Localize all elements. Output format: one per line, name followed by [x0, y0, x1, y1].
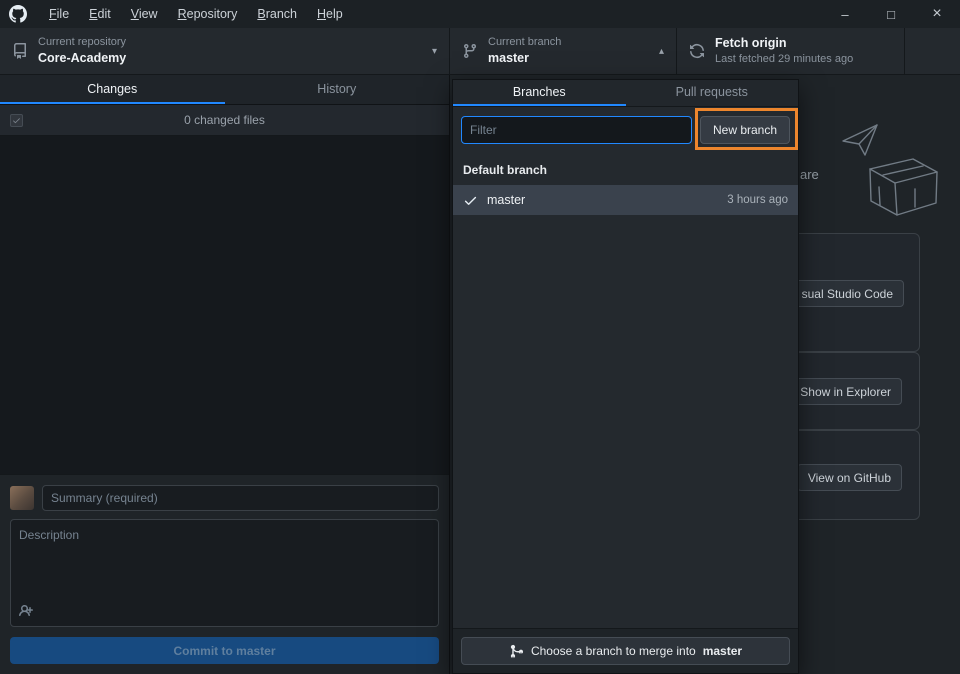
- branch-name: master: [487, 193, 525, 207]
- chevron-down-icon: ▾: [432, 46, 437, 57]
- github-logo-icon: [9, 5, 27, 23]
- menu-edit[interactable]: Edit: [79, 0, 121, 28]
- current-branch-name: master: [488, 50, 651, 67]
- changes-sidebar: Changes History 0 changed files Commit t…: [0, 75, 450, 674]
- branch-filter-input[interactable]: [461, 116, 692, 144]
- menu-file[interactable]: File: [39, 0, 79, 28]
- changed-files-count: 0 changed files: [184, 113, 265, 127]
- menu-branch[interactable]: Branch: [247, 0, 307, 28]
- view-on-github-button[interactable]: View on GitHub: [797, 464, 902, 491]
- branch-last-commit-time: 3 hours ago: [727, 194, 788, 206]
- fetch-origin-title: Fetch origin: [715, 35, 892, 52]
- add-coauthor-button[interactable]: [19, 602, 37, 620]
- tab-history[interactable]: History: [225, 75, 450, 104]
- branch-dropdown: Branches Pull requests New branch Defaul…: [452, 79, 799, 674]
- show-in-explorer-button[interactable]: Show in Explorer: [789, 378, 902, 405]
- tab-branches[interactable]: Branches: [453, 80, 626, 106]
- menu-repository[interactable]: Repository: [168, 0, 248, 28]
- current-repository-name: Core-Academy: [38, 50, 424, 67]
- check-icon: [12, 116, 21, 125]
- description-box: [10, 519, 439, 627]
- person-add-icon: [19, 603, 35, 619]
- close-icon[interactable]: ×: [914, 0, 960, 28]
- toolbar: Current repository Core-Academy ▾ Curren…: [0, 28, 960, 75]
- sidebar-tabbar: Changes History: [0, 75, 449, 105]
- tab-pull-requests[interactable]: Pull requests: [626, 80, 799, 106]
- menu-bar: File Edit View Repository Branch Help: [39, 0, 353, 28]
- changed-files-header: 0 changed files: [0, 105, 449, 136]
- current-branch-selector[interactable]: Current branch master ▴: [450, 28, 677, 74]
- fetch-origin-subtitle: Last fetched 29 minutes ago: [715, 52, 892, 67]
- fetch-origin-button[interactable]: Fetch origin Last fetched 29 minutes ago: [677, 28, 905, 74]
- current-repository-selector[interactable]: Current repository Core-Academy ▾: [0, 28, 450, 74]
- window-controls: – □ ×: [822, 0, 960, 28]
- no-changes-illustration: [835, 117, 945, 222]
- commit-button[interactable]: Commit to master: [10, 637, 439, 664]
- summary-input[interactable]: [42, 485, 439, 511]
- default-branch-header: Default branch: [453, 153, 798, 185]
- avatar: [10, 486, 34, 510]
- branch-dropdown-tabbar: Branches Pull requests: [453, 80, 798, 107]
- current-branch-label: Current branch: [488, 35, 651, 50]
- menu-help[interactable]: Help: [307, 0, 353, 28]
- new-branch-button[interactable]: New branch: [700, 116, 790, 144]
- titlebar: File Edit View Repository Branch Help – …: [0, 0, 960, 28]
- description-input[interactable]: [11, 520, 438, 598]
- branch-row-master[interactable]: master 3 hours ago: [453, 185, 798, 215]
- branch-dropdown-footer: Choose a branch to merge into master: [453, 628, 798, 673]
- hidden-text-fragment: are: [800, 167, 819, 182]
- sync-icon: [689, 43, 705, 59]
- current-repository-label: Current repository: [38, 35, 424, 50]
- check-icon: [463, 193, 478, 208]
- chevron-up-icon: ▴: [659, 46, 664, 57]
- open-in-editor-button[interactable]: sual Studio Code: [791, 280, 904, 307]
- branch-list-empty: [453, 215, 798, 628]
- merge-branch-button[interactable]: Choose a branch to merge into master: [461, 637, 790, 665]
- git-branch-icon: [462, 43, 478, 59]
- toolbar-spacer: [905, 28, 960, 74]
- menu-view[interactable]: View: [121, 0, 168, 28]
- repo-icon: [12, 43, 28, 59]
- commit-form: Commit to master: [0, 474, 449, 674]
- select-all-checkbox[interactable]: [10, 114, 23, 127]
- minimize-icon[interactable]: –: [822, 0, 868, 28]
- maximize-icon[interactable]: □: [868, 0, 914, 28]
- tab-changes[interactable]: Changes: [0, 75, 225, 104]
- git-merge-icon: [509, 644, 524, 659]
- changes-list-empty: [0, 136, 449, 474]
- branch-filter-row: New branch: [453, 107, 798, 153]
